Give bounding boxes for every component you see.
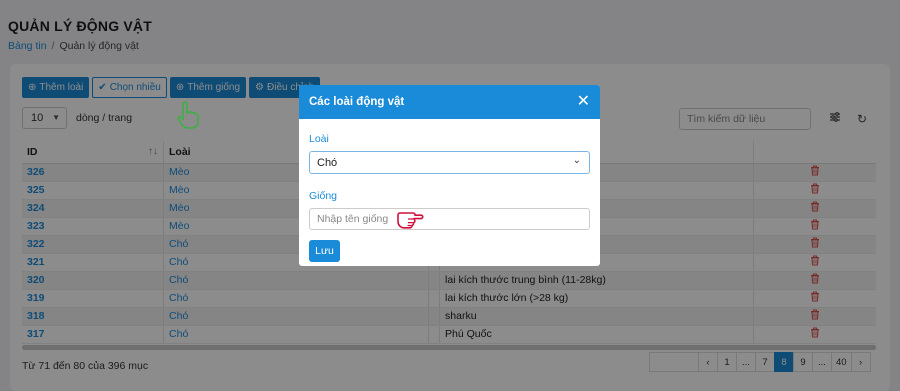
close-icon[interactable]: ✕	[577, 94, 590, 110]
breed-field-label: Giống	[309, 190, 338, 202]
save-button[interactable]: Lưu	[309, 240, 340, 262]
pointing-hand-icon	[397, 212, 424, 229]
species-modal: Các loài động vật ✕ Loài Chó ⌄ Giống Nhậ…	[299, 85, 600, 266]
type-field-label: Loài	[309, 133, 329, 145]
modal-header: Các loài động vật ✕	[299, 85, 600, 119]
type-select-value: Chó	[317, 156, 338, 169]
modal-body: Loài Chó ⌄ Giống Nhập tên giống Lưu	[299, 119, 600, 266]
modal-title: Các loài động vật	[309, 96, 405, 108]
pointing-hand-icon	[177, 101, 199, 129]
breed-name-input[interactable]: Nhập tên giống	[309, 208, 590, 230]
chevron-down-icon: ⌄	[572, 155, 581, 166]
type-select[interactable]: Chó ⌄	[309, 151, 590, 174]
